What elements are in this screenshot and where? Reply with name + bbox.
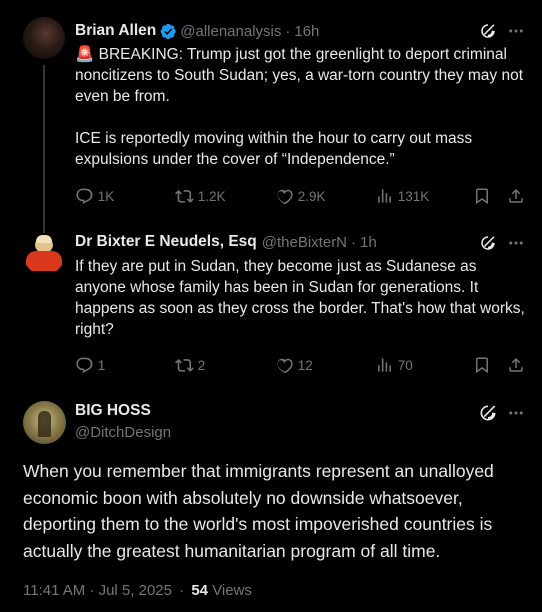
grok-icon[interactable] <box>479 22 497 40</box>
timestamp[interactable]: 1h <box>360 234 377 251</box>
grok-icon[interactable] <box>479 234 497 252</box>
like-button[interactable]: 12 <box>275 356 375 375</box>
share-icon[interactable] <box>507 187 525 205</box>
reply-icon <box>76 188 93 204</box>
views-button[interactable]: 131K <box>375 187 475 206</box>
tweet-text-paragraph-1: 🚨 BREAKING: Trump just got the greenligh… <box>75 46 524 105</box>
like-icon <box>277 189 293 204</box>
repost-button[interactable]: 2 <box>175 356 275 375</box>
thread-line-top <box>43 215 45 233</box>
views-button[interactable]: 70 <box>375 356 475 375</box>
repost-icon <box>175 358 194 372</box>
reply-count: 1 <box>97 357 106 373</box>
tweet-meta: 11:41 AM · Jul 5, 2025 · 54 Views <box>23 582 252 599</box>
handle[interactable]: @theBixterN <box>262 234 347 251</box>
separator: · <box>285 22 291 40</box>
more-icon[interactable] <box>505 234 527 252</box>
avatar-big-hoss[interactable] <box>23 401 66 444</box>
views-icon <box>378 357 391 372</box>
like-count: 12 <box>297 357 313 373</box>
views-label: Views <box>212 582 252 599</box>
reply-button[interactable]: 1K <box>75 187 175 206</box>
main-tweet-text: When you remember that immigrants repres… <box>23 461 494 561</box>
separator: · <box>351 233 357 251</box>
repost-count: 2 <box>197 357 206 373</box>
thread-line <box>43 65 45 225</box>
handle[interactable]: @DitchDesign <box>75 424 171 441</box>
more-icon[interactable] <box>505 404 527 422</box>
share-icon[interactable] <box>507 356 525 374</box>
verified-badge-icon <box>160 23 177 40</box>
action-bar: 1K 1.2K 2.9K 131K <box>75 184 530 208</box>
repost-button[interactable]: 1.2K <box>175 187 275 206</box>
handle[interactable]: @allenanalysis <box>180 23 281 40</box>
views-count: 70 <box>397 357 413 373</box>
avatar-dr-bixter[interactable] <box>23 233 65 275</box>
repost-count: 1.2K <box>197 188 226 204</box>
like-button[interactable]: 2.9K <box>275 187 375 206</box>
views-icon <box>378 188 391 203</box>
like-count: 2.9K <box>297 188 326 204</box>
view-count: 54 <box>191 582 209 599</box>
tweet-text: If they are put in Sudan, they become ju… <box>75 258 525 338</box>
avatar-brian-allen[interactable] <box>23 17 65 59</box>
display-name[interactable]: Brian Allen <box>75 22 156 40</box>
more-icon[interactable] <box>505 22 527 40</box>
bookmark-icon[interactable] <box>473 187 491 205</box>
reply-icon <box>76 357 93 373</box>
views-count: 131K <box>397 188 430 204</box>
action-bar: 1 2 12 70 <box>75 353 530 377</box>
tweet-text-paragraph-2: ICE is reportedly moving within the hour… <box>75 130 473 168</box>
separator: · <box>179 582 185 599</box>
post-timestamp[interactable]: 11:41 AM · Jul 5, 2025 <box>23 582 172 599</box>
repost-icon <box>175 189 194 203</box>
timestamp[interactable]: 16h <box>294 23 319 40</box>
tweet-text: 🚨 BREAKING: Trump just got the greenligh… <box>75 44 530 170</box>
display-name[interactable]: BIG HOSS <box>75 402 151 420</box>
reply-count: 1K <box>97 188 115 204</box>
display-name[interactable]: Dr Bixter E Neudels, Esq <box>75 233 257 251</box>
bookmark-icon[interactable] <box>473 356 491 374</box>
like-icon <box>277 358 293 373</box>
grok-icon[interactable] <box>478 403 498 423</box>
reply-button[interactable]: 1 <box>75 356 175 375</box>
